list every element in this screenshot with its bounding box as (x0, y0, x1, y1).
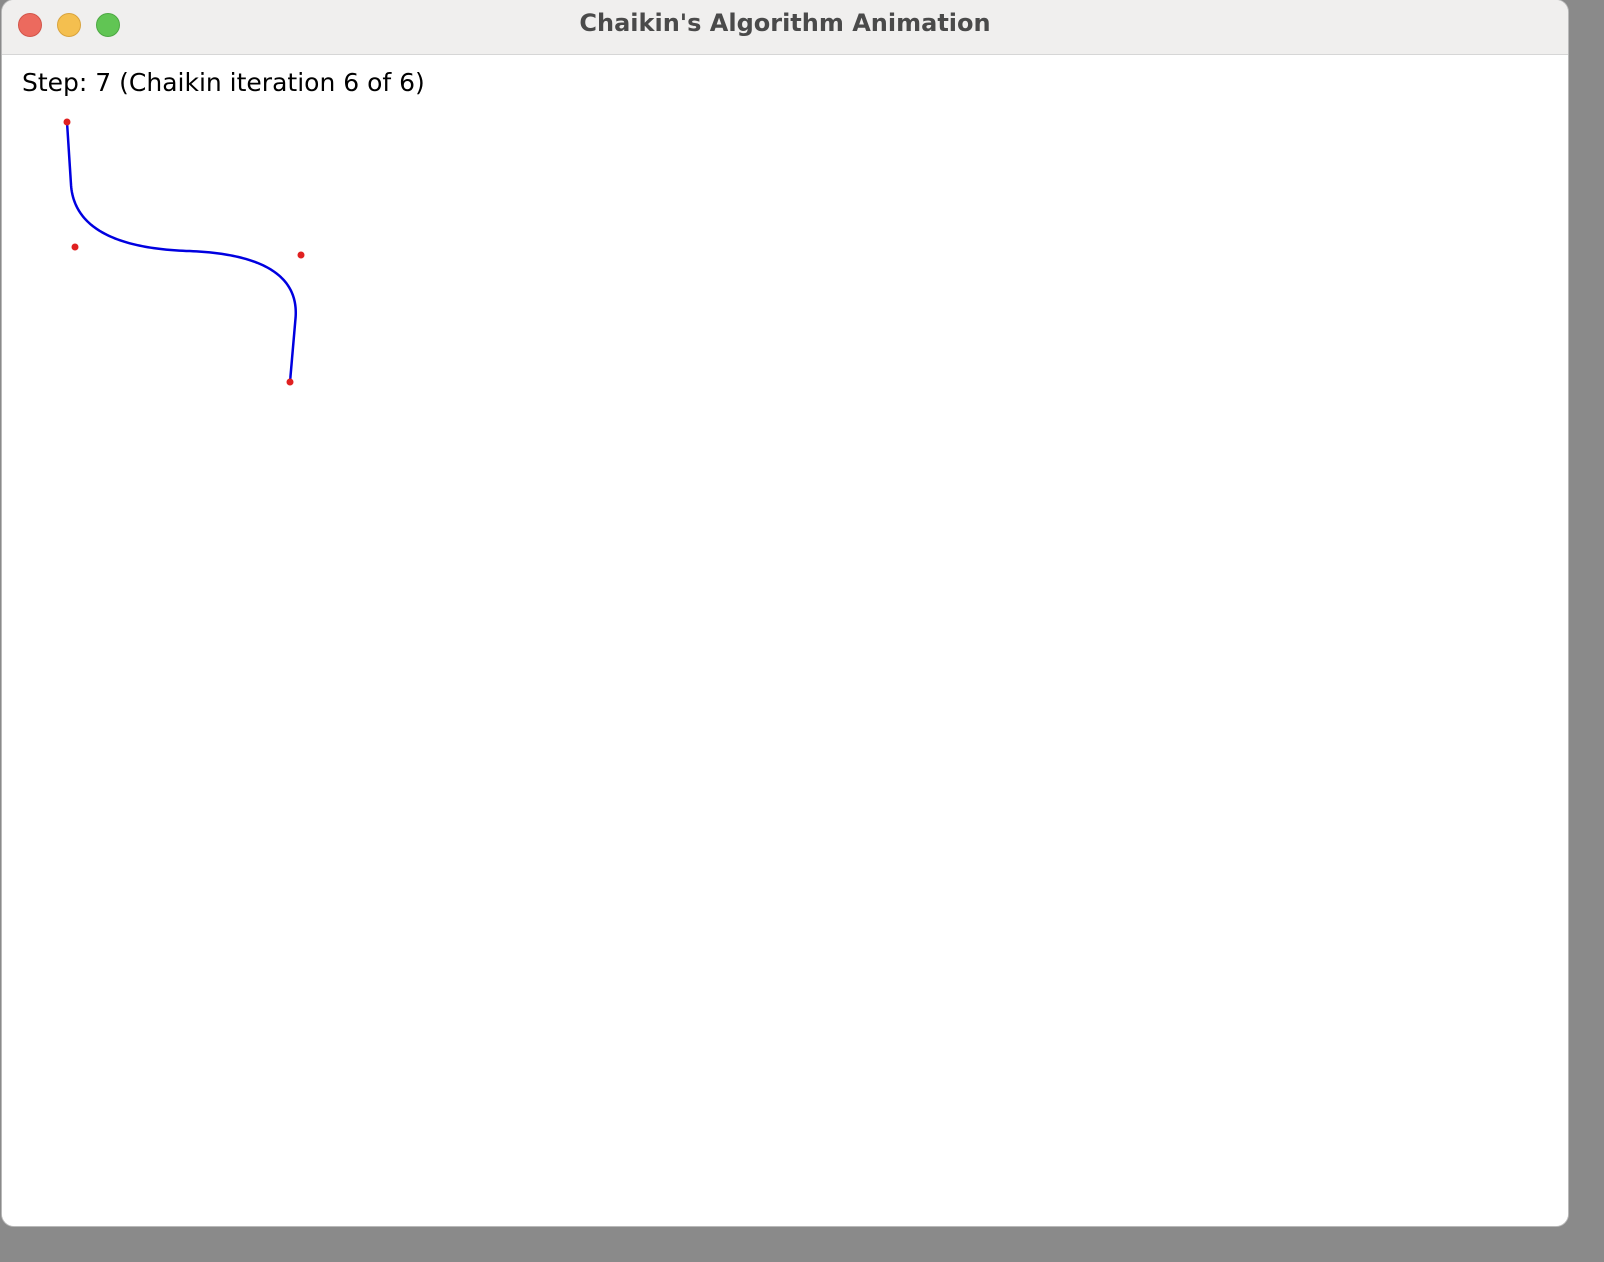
control-point-1[interactable] (63, 118, 71, 126)
drawing-canvas-area[interactable]: Step: 7 (Chaikin iteration 6 of 6) (2, 55, 1568, 1226)
control-point-2[interactable] (71, 243, 79, 251)
window-title: Chaikin's Algorithm Animation (579, 9, 991, 37)
control-point-4[interactable] (286, 378, 294, 386)
control-point-3[interactable] (297, 251, 305, 259)
status-label: Step: 7 (Chaikin iteration 6 of 6) (22, 68, 425, 97)
chaikin-canvas[interactable] (2, 55, 1568, 1226)
chaikin-curve (65, 120, 298, 384)
app-window: Chaikin's Algorithm Animation Step: 7 (C… (2, 0, 1568, 1226)
title-bar[interactable]: Chaikin's Algorithm Animation (2, 0, 1568, 55)
